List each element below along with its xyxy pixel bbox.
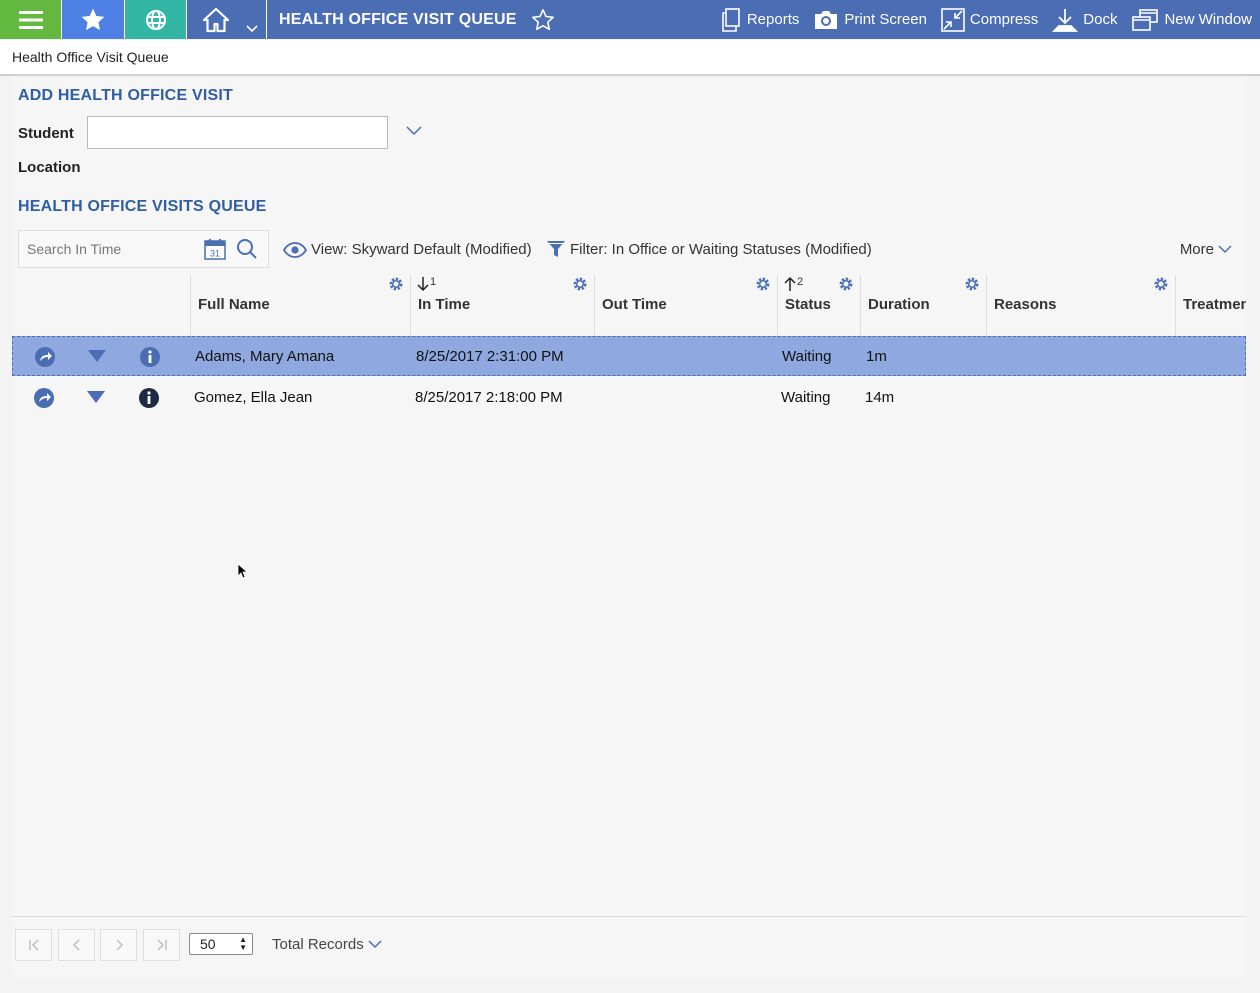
student-label: Student — [18, 125, 74, 142]
column-in-time[interactable]: 1 In Time — [410, 276, 594, 336]
cell-duration: 1m — [866, 348, 887, 365]
stepper-arrows-icon: ▲ ▼ — [239, 935, 247, 952]
chevron-down-icon — [1218, 245, 1232, 254]
arrow-up-icon — [784, 276, 796, 291]
more-label: More — [1179, 241, 1214, 258]
cell-status: Waiting — [782, 348, 832, 365]
total-records-label: Total Records — [272, 936, 364, 953]
info-icon[interactable] — [138, 387, 160, 409]
mouse-cursor-icon — [237, 563, 247, 579]
arrow-down-icon — [417, 277, 429, 292]
star-filled-icon — [81, 8, 105, 30]
column-duration[interactable]: Duration — [860, 276, 986, 336]
reports-button[interactable]: Reports — [720, 0, 800, 39]
view-selector[interactable]: View: Skyward Default (Modified) — [283, 241, 532, 258]
gear-icon[interactable] — [388, 276, 404, 292]
caret-down-icon[interactable] — [87, 349, 107, 363]
sort-descending-indicator: 1 — [416, 276, 436, 292]
cell-full-name: Adams, Mary Amana — [195, 348, 335, 365]
chevron-right-icon — [116, 939, 123, 951]
column-full-name[interactable]: Full Name — [190, 276, 410, 336]
student-input[interactable] — [87, 116, 388, 149]
chevron-down-icon — [246, 25, 258, 33]
column-status[interactable]: 2 Status — [777, 276, 860, 336]
column-treatments[interactable]: Treatmen — [1175, 276, 1246, 336]
caret-down-icon[interactable] — [86, 390, 106, 404]
star-outline-icon[interactable] — [531, 8, 555, 32]
visits-queue-title: HEALTH OFFICE VISITS QUEUE — [18, 198, 267, 215]
new-window-button[interactable]: New Window — [1131, 0, 1252, 39]
info-icon[interactable] — [139, 346, 161, 368]
cell-in-time: 8/25/2017 2:18:00 PM — [415, 389, 563, 406]
cell-duration: 14m — [865, 389, 895, 406]
table-row[interactable]: Gomez, Ella Jean 8/25/2017 2:18:00 PM Wa… — [12, 378, 1246, 418]
gear-icon[interactable] — [838, 276, 854, 292]
view-label: View: Skyward Default (Modified) — [311, 241, 532, 258]
table-row[interactable]: Adams, Mary Amana 8/25/2017 2:31:00 PM W… — [12, 336, 1246, 376]
dock-icon — [1052, 8, 1079, 32]
first-page-button[interactable] — [15, 929, 52, 961]
filter-selector[interactable]: Filter: In Office or Waiting Statuses (M… — [546, 239, 872, 259]
home-icon — [202, 7, 229, 32]
camera-icon — [815, 10, 838, 29]
total-records-toggle[interactable]: Total Records — [272, 936, 382, 953]
gear-icon[interactable] — [755, 276, 771, 292]
new-window-label: New Window — [1164, 11, 1252, 28]
location-label: Location — [18, 159, 81, 176]
filter-icon — [547, 241, 565, 257]
breadcrumb: Health Office Visit Queue — [0, 40, 1260, 76]
calendar-icon[interactable]: 31 — [204, 238, 226, 260]
svg-text:31: 31 — [210, 249, 220, 259]
globe-button[interactable] — [124, 0, 186, 39]
print-screen-label: Print Screen — [844, 11, 927, 28]
new-window-icon — [1132, 8, 1159, 31]
print-screen-button[interactable]: Print Screen — [813, 0, 927, 39]
gear-icon[interactable] — [572, 276, 588, 292]
compress-label: Compress — [969, 11, 1039, 28]
cell-in-time: 8/25/2017 2:31:00 PM — [416, 348, 564, 365]
column-out-time[interactable]: Out Time — [594, 276, 777, 336]
search-icon[interactable] — [236, 238, 258, 260]
hamburger-icon — [18, 10, 43, 29]
cell-status: Waiting — [781, 389, 831, 406]
add-visit-title: ADD HEALTH OFFICE VISIT — [18, 87, 233, 104]
gear-icon[interactable] — [964, 276, 980, 292]
home-button[interactable] — [186, 0, 266, 39]
share-arrow-icon[interactable] — [34, 346, 56, 368]
page-title: HEALTH OFFICE VISIT QUEUE — [279, 10, 517, 28]
pagination-bar: 50 ▲ ▼ Total Records — [12, 916, 1246, 976]
column-reasons[interactable]: Reasons — [986, 276, 1175, 336]
first-page-icon — [28, 939, 38, 951]
next-page-button[interactable] — [100, 929, 137, 961]
page-size-select[interactable]: 50 ▲ ▼ — [189, 933, 253, 955]
search-in-time-box[interactable]: Search In Time 31 — [18, 230, 269, 268]
share-arrow-icon[interactable] — [33, 387, 55, 409]
dock-label: Dock — [1083, 11, 1118, 28]
more-menu-button[interactable]: More — [1180, 241, 1232, 258]
page-title-bar: HEALTH OFFICE VISIT QUEUE — [266, 0, 555, 39]
compress-icon — [941, 7, 965, 32]
main-content: ADD HEALTH OFFICE VISIT Student Location… — [12, 78, 1246, 978]
sort-ascending-indicator: 2 — [783, 276, 803, 292]
eye-icon — [283, 241, 307, 258]
globe-icon — [145, 9, 166, 30]
search-input[interactable]: Search In Time — [27, 241, 204, 257]
chevron-left-icon — [72, 939, 79, 951]
favorites-button[interactable] — [61, 0, 124, 39]
top-bar: HEALTH OFFICE VISIT QUEUE Reports Print … — [0, 0, 1260, 39]
reports-label: Reports — [746, 11, 800, 28]
last-page-icon — [157, 939, 167, 951]
last-page-button[interactable] — [143, 929, 180, 961]
gear-icon[interactable] — [1153, 276, 1169, 292]
main-menu-button[interactable] — [0, 0, 61, 39]
reports-icon — [722, 7, 740, 32]
chevron-down-icon — [368, 940, 382, 949]
dock-button[interactable]: Dock — [1052, 0, 1117, 39]
filter-label: Filter: In Office or Waiting Statuses (M… — [570, 240, 872, 258]
previous-page-button[interactable] — [58, 929, 95, 961]
compress-button[interactable]: Compress — [941, 0, 1038, 39]
chevron-down-icon[interactable] — [406, 126, 422, 136]
table-header: Full Name 1 In Time Out Time 2 Status Du… — [12, 276, 1246, 336]
cell-full-name: Gomez, Ella Jean — [194, 389, 313, 406]
